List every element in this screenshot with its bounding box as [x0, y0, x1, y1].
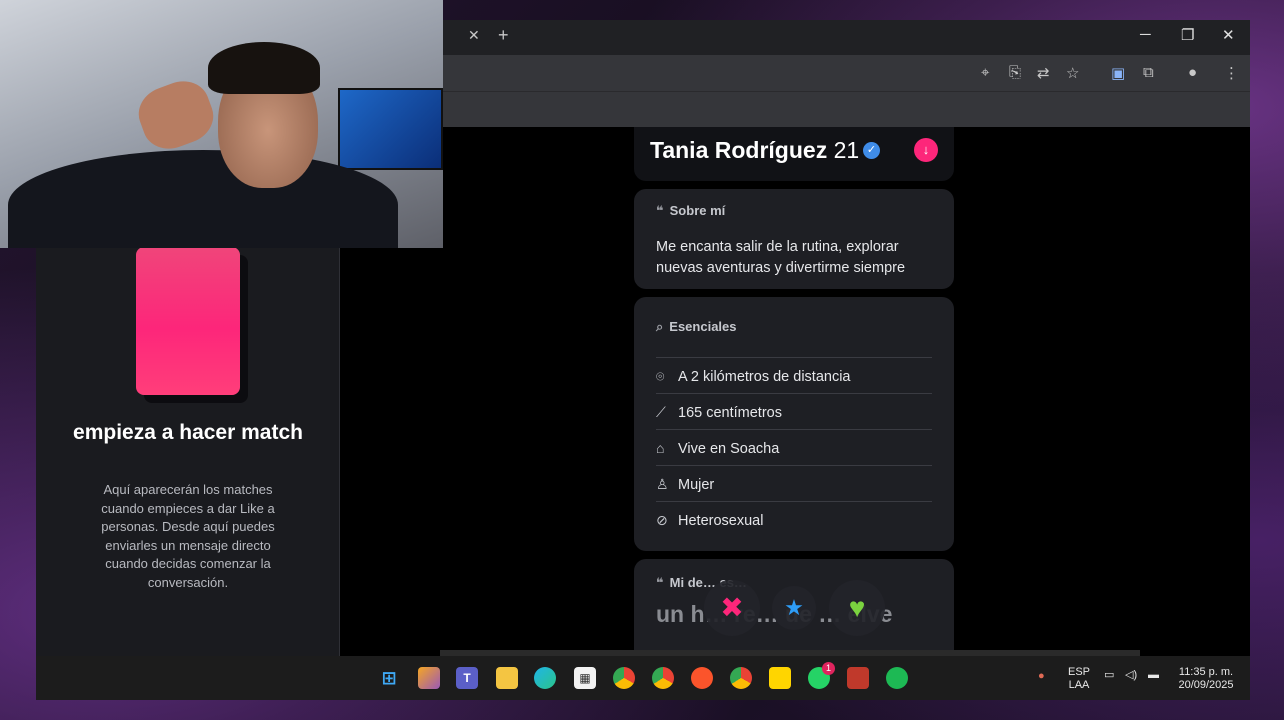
essentials-heading: ⌕ Esenciales	[656, 319, 737, 335]
extensions-icon[interactable]: ⧉	[1143, 64, 1154, 81]
translate-extension-icon[interactable]: ▣	[1111, 64, 1125, 82]
super-like-button[interactable]: ★	[772, 586, 816, 630]
translate-icon[interactable]: ⇄	[1037, 64, 1050, 82]
ruler-icon: ⟋	[656, 404, 666, 420]
quote-icon: ❝	[656, 575, 664, 590]
chrome-icon[interactable]	[652, 667, 674, 689]
essential-label: Heterosexual	[678, 513, 764, 529]
match-panel-title: empieza a hacer match	[73, 421, 303, 444]
spotify-icon[interactable]	[886, 667, 908, 689]
profile-avatar-icon[interactable]: ●	[1188, 64, 1197, 81]
copilot-icon[interactable]	[418, 667, 440, 689]
minimize-icon[interactable]: ─	[1140, 26, 1151, 43]
whatsapp-badge: 1	[822, 662, 835, 675]
language-indicator[interactable]: ESP LAA	[1068, 666, 1090, 692]
language-layout: LAA	[1068, 679, 1090, 691]
about-card: ❝ Sobre mí Me encanta salir de la rutina,…	[634, 189, 954, 289]
chrome-icon[interactable]	[730, 667, 752, 689]
start-icon[interactable]: ⊞	[378, 667, 400, 689]
essential-item: ⌂ Vive en Soacha	[656, 429, 932, 465]
streamer-hair	[208, 42, 320, 94]
edge-icon[interactable]	[534, 667, 556, 689]
essentials-heading-text: Esenciales	[669, 319, 737, 334]
about-heading: ❝ Sobre mí	[656, 203, 725, 219]
collapse-profile-button[interactable]: ↓	[914, 138, 938, 162]
brave-icon[interactable]	[691, 667, 713, 689]
clock-date: 20/09/2025	[1178, 679, 1234, 691]
battery-icon[interactable]: ▬	[1148, 669, 1159, 682]
streamer-hand	[131, 73, 221, 157]
microphone-icon[interactable]: ●	[1038, 670, 1045, 683]
chrome-icon[interactable]	[613, 667, 635, 689]
file-explorer-icon[interactable]	[496, 667, 518, 689]
essentials-card: ⌕ Esenciales ⌾ A 2 kilómetros de distancia…	[634, 297, 954, 551]
voice-mod-icon[interactable]	[847, 667, 869, 689]
essential-label: 165 centímetros	[678, 405, 782, 421]
essential-item: ⟋ 165 centímetros	[656, 393, 932, 429]
essential-item: ♙ Mujer	[656, 465, 932, 501]
about-heading-text: Sobre mí	[669, 203, 726, 218]
restore-icon[interactable]: ❐	[1181, 26, 1194, 44]
close-window-icon[interactable]: ✕	[1222, 26, 1235, 44]
clock[interactable]: 11:35 p. m. 20/09/2025	[1174, 666, 1238, 692]
bookmark-star-icon[interactable]: ☆	[1066, 64, 1079, 82]
essential-item: ⊘ Heterosexual	[656, 501, 932, 537]
location-pin-icon: ⌾	[656, 368, 665, 384]
profile-column: Tania Rodríguez 21 ✓ ↓ ❝ Sobre mí Me enca…	[634, 127, 954, 660]
orientation-icon: ⊘	[656, 512, 668, 528]
new-tab-button[interactable]: +	[498, 25, 509, 46]
person-icon: ♙	[656, 476, 669, 492]
language-code: ESP	[1068, 666, 1091, 678]
match-placeholder-card	[136, 247, 240, 395]
profile-age: 21	[833, 137, 860, 163]
clock-time: 11:35 p. m.	[1178, 666, 1234, 678]
network-icon[interactable]: ▭	[1104, 669, 1114, 682]
nope-button[interactable]: ✖	[704, 580, 760, 636]
essential-label: Mujer	[678, 477, 715, 493]
home-icon: ⌂	[656, 440, 665, 456]
essential-label: A 2 kilómetros de distancia	[678, 369, 851, 385]
teams-icon[interactable]: T	[456, 667, 478, 689]
essential-label: Vive en Soacha	[678, 441, 780, 457]
verified-badge-icon: ✓	[863, 142, 880, 159]
menu-icon[interactable]: ⋮	[1224, 64, 1239, 82]
close-tab-icon[interactable]: ✕	[468, 27, 480, 44]
profile-name: Tania Rodríguez 21	[650, 137, 859, 164]
about-text: Me encanta salir de la rutina, explorar …	[656, 239, 906, 276]
magnifier-icon: ⌕	[656, 319, 664, 334]
sticky-notes-icon[interactable]	[769, 667, 791, 689]
webcam-overlay	[0, 0, 443, 248]
taskbar: ⊞ T ▦ 1 ● ESP LAA ▭ ◁) ▬ 11:35 p. m. 20/…	[36, 656, 1250, 700]
volume-icon[interactable]: ◁)	[1125, 669, 1137, 682]
essential-item: ⌾ A 2 kilómetros de distancia	[656, 357, 932, 393]
profile-name-text: Tania Rodríguez	[650, 137, 828, 163]
like-button[interactable]: ♥	[829, 580, 885, 636]
store-icon[interactable]: ▦	[574, 667, 596, 689]
install-app-icon[interactable]: ⎘	[1009, 64, 1021, 81]
match-panel-description: Aquí aparecerán los matches cuando empie…	[101, 482, 275, 590]
profile-name-card: Tania Rodríguez 21 ✓ ↓	[634, 127, 954, 181]
background-tv	[338, 88, 443, 170]
location-icon[interactable]: ⌖	[981, 64, 989, 81]
quote-icon: ❝	[656, 203, 664, 218]
